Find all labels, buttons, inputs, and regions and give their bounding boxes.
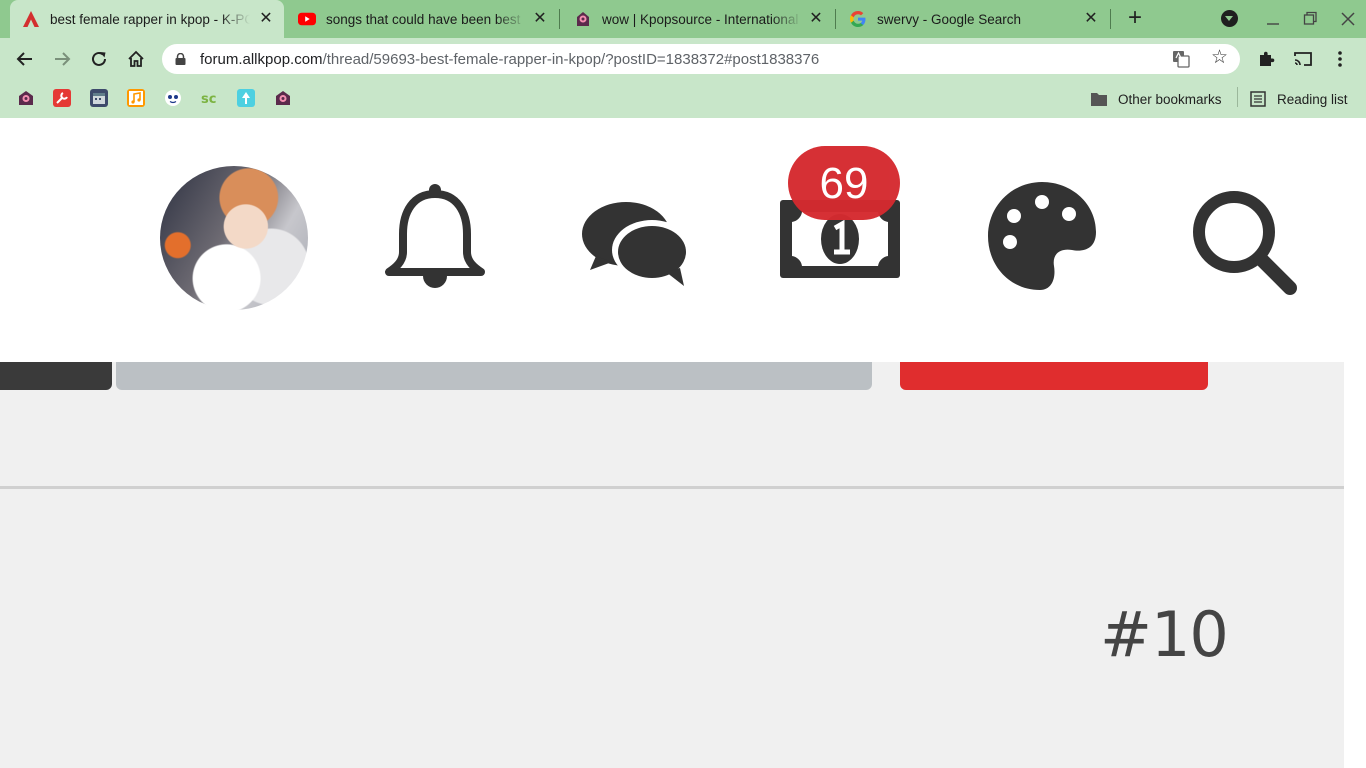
minimize-icon[interactable]: [1262, 8, 1284, 30]
notification-count-badge[interactable]: 69: [788, 146, 900, 220]
site-user-header: 69: [0, 118, 1366, 362]
conversations-icon[interactable]: [582, 198, 694, 288]
bookmark-kpopsource-icon-2[interactable]: [274, 89, 292, 107]
translate-icon[interactable]: [1172, 50, 1190, 68]
reading-list-button[interactable]: Reading list: [1250, 89, 1348, 109]
folder-icon: [1091, 93, 1107, 106]
lock-icon[interactable]: [175, 53, 186, 65]
tab-separator: [1110, 9, 1111, 29]
tab-separator: [835, 9, 836, 29]
nav-tab-dark[interactable]: [0, 362, 112, 390]
bookmark-sc-icon[interactable]: sc: [200, 89, 218, 107]
bookmark-music-icon[interactable]: [127, 89, 145, 107]
notifications-bell-icon[interactable]: [383, 182, 487, 294]
cast-icon[interactable]: [1291, 47, 1315, 71]
scrollbar-track[interactable]: [1344, 362, 1366, 768]
bookmark-star-icon[interactable]: ☆: [1211, 48, 1228, 68]
home-icon[interactable]: [124, 47, 148, 71]
url-path: /thread/59693-best-female-rapper-in-kpop…: [322, 51, 820, 68]
tab-youtube[interactable]: songs that could have been best ✕: [286, 0, 558, 38]
tab-strip: best female rapper in kpop - K-POP ✕ son…: [0, 0, 1366, 38]
palette-icon[interactable]: [986, 180, 1098, 292]
close-tab-icon[interactable]: ✕: [808, 11, 824, 27]
tab-title: best female rapper in kpop - K-POP: [50, 11, 250, 27]
reading-list-icon: [1250, 91, 1266, 107]
bookmark-wrench-icon[interactable]: [53, 89, 71, 107]
tab-allkpop[interactable]: best female rapper in kpop - K-POP ✕: [10, 0, 284, 38]
bookmark-face-icon[interactable]: [164, 89, 182, 107]
search-icon[interactable]: [1192, 190, 1298, 296]
bookmark-kpopsource-icon[interactable]: [17, 89, 35, 107]
bookmarks-bar: sc Other bookmarks Reading list: [0, 80, 1366, 118]
window-close-icon[interactable]: [1337, 8, 1359, 30]
other-bookmarks-label: Other bookmarks: [1118, 91, 1222, 107]
forward-arrow-icon[interactable]: [50, 47, 74, 71]
reading-list-label: Reading list: [1277, 91, 1348, 107]
post-number[interactable]: #10: [1100, 598, 1229, 671]
nav-tab-red[interactable]: [900, 362, 1208, 390]
youtube-icon: [298, 10, 316, 28]
close-tab-icon[interactable]: ✕: [1083, 11, 1099, 27]
nav-tab-gray[interactable]: [116, 362, 872, 390]
tab-title: wow | Kpopsource - International: [602, 11, 799, 27]
user-avatar[interactable]: [160, 166, 308, 310]
menu-dots-icon[interactable]: [1328, 47, 1352, 71]
browser-toolbar: forum.allkpop.com/thread/59693-best-fema…: [0, 38, 1366, 80]
url-host: forum.allkpop.com: [200, 51, 323, 68]
tab-separator: [559, 9, 560, 29]
kpopsource-icon: [574, 10, 592, 28]
extensions-puzzle-icon[interactable]: [1254, 47, 1278, 71]
bookmarks-separator: [1237, 87, 1238, 107]
tab-google[interactable]: swervy - Google Search ✕: [837, 0, 1109, 38]
close-tab-icon[interactable]: ✕: [532, 11, 548, 27]
tab-search-icon[interactable]: [1221, 10, 1238, 27]
tab-kpopsource[interactable]: wow | Kpopsource - International ✕: [562, 0, 834, 38]
post-divider: [0, 486, 1344, 489]
address-bar[interactable]: forum.allkpop.com/thread/59693-best-fema…: [162, 44, 1240, 74]
google-icon: [849, 10, 867, 28]
other-bookmarks-button[interactable]: Other bookmarks: [1090, 89, 1222, 109]
allkpop-icon: [22, 10, 40, 28]
bookmark-calendar-icon[interactable]: [90, 89, 108, 107]
tab-title: swervy - Google Search: [877, 11, 1022, 27]
svg-text:sc: sc: [201, 92, 216, 107]
new-tab-button[interactable]: +: [1122, 6, 1148, 32]
tab-title: songs that could have been best: [326, 11, 521, 27]
close-tab-icon[interactable]: ✕: [258, 11, 274, 27]
back-arrow-icon[interactable]: [13, 47, 37, 71]
reload-icon[interactable]: [87, 47, 111, 71]
bookmark-tree-icon[interactable]: [237, 89, 255, 107]
restore-icon[interactable]: [1299, 8, 1321, 30]
url-text[interactable]: forum.allkpop.com/thread/59693-best-fema…: [200, 51, 819, 68]
